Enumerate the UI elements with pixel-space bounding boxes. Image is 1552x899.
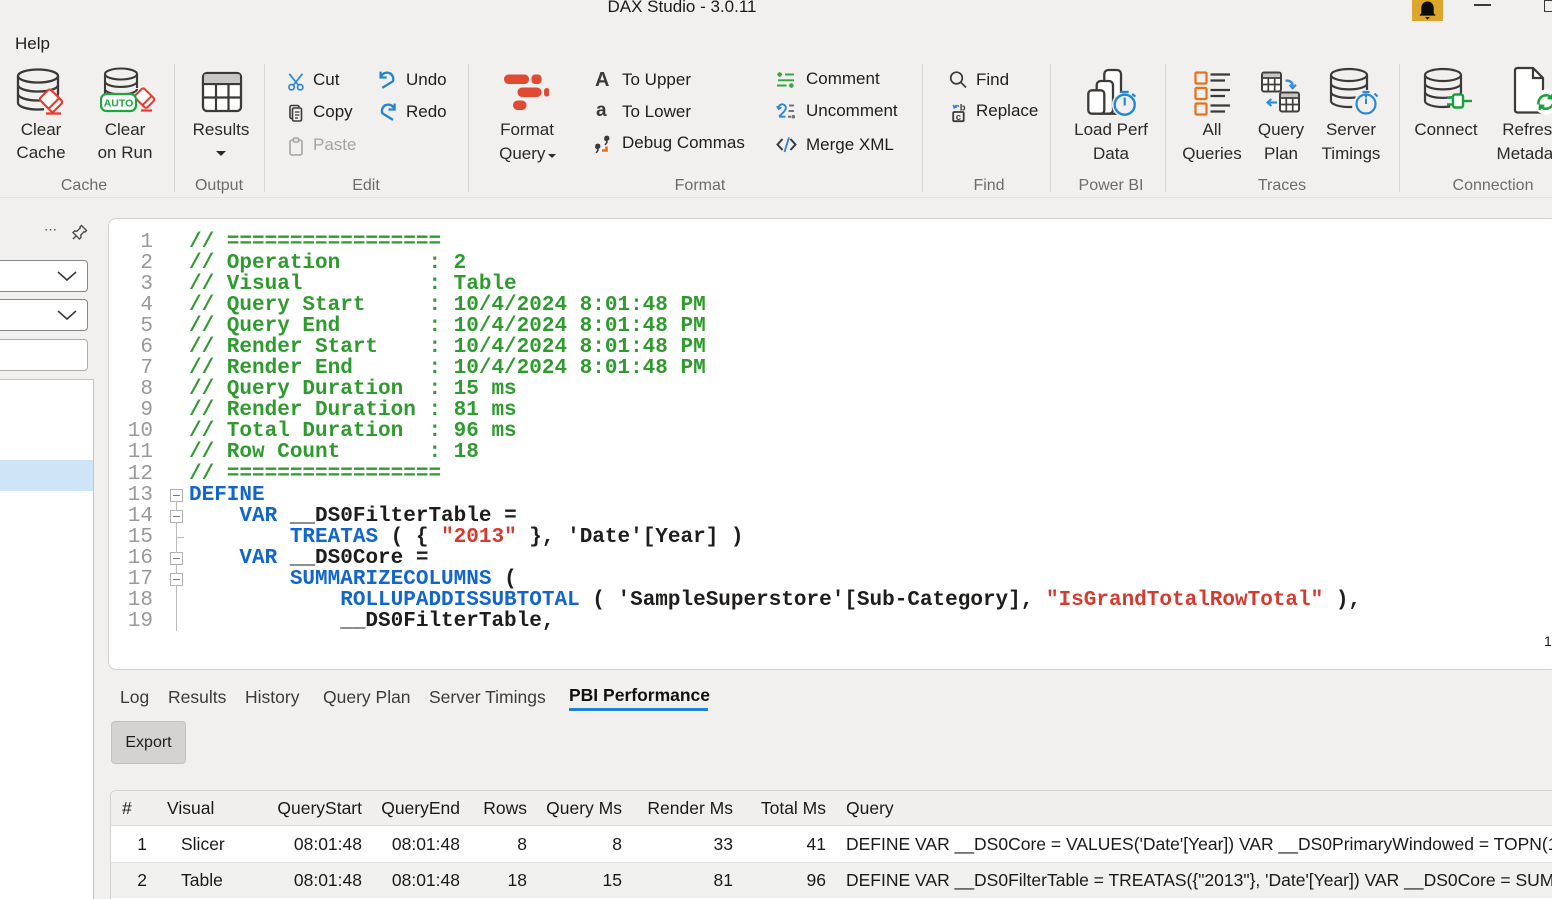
svg-text:b: b <box>960 103 966 114</box>
svg-text:AUTO: AUTO <box>104 98 134 110</box>
